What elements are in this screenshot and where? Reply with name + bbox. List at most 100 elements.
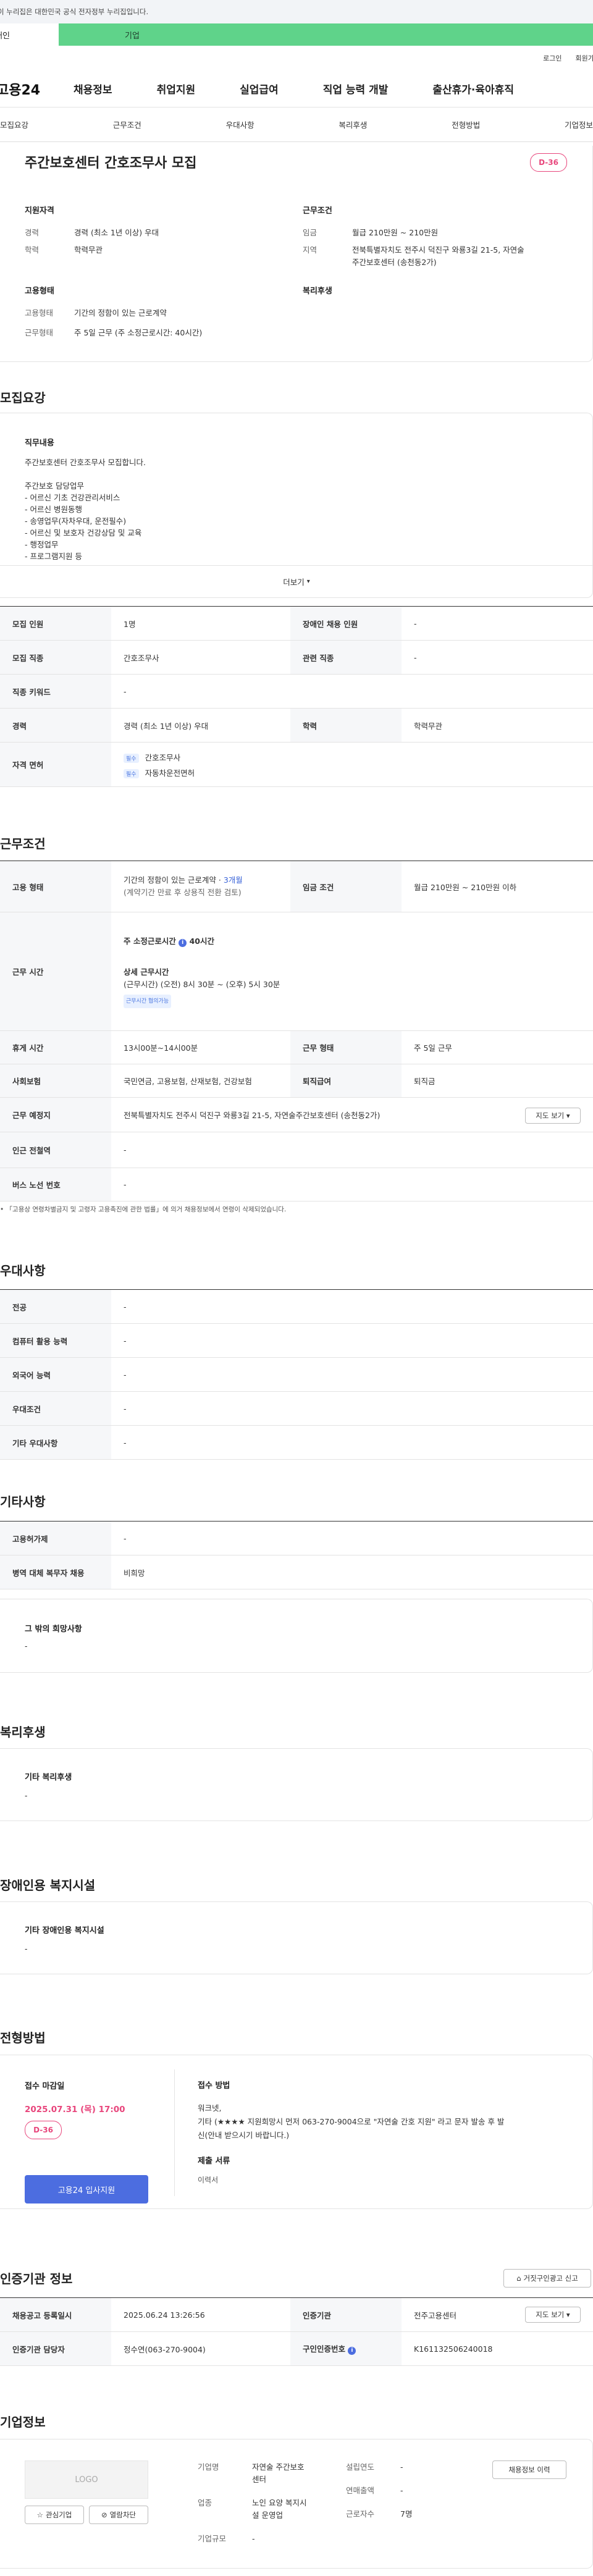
job-title: 주간보호센터 간호조무사 모집 — [25, 156, 197, 171]
site-logo[interactable]: 고용24 — [0, 79, 74, 99]
docs-heading: 제출 서류 — [198, 2157, 230, 2166]
prefer-row: 기타 우대사항 - — [0, 1425, 593, 1460]
home-icon: ⌂ — [516, 2274, 521, 2283]
section-auth-title: 인증기관 정보 — [0, 2271, 73, 2286]
subnav-item[interactable]: 기업정보 — [565, 119, 593, 130]
chevron-down-icon: ▾ — [566, 2310, 570, 2319]
block-icon: ⊘ — [101, 2511, 107, 2519]
qual-row: 경력 경력 (최소 1년 이상) 우대 — [25, 228, 159, 237]
etc-table: 고용허가제 - 병역 대체 복무자 채용 비희망 — [0, 1521, 593, 1589]
welfare-box-heading: 기타 복리후생 — [25, 1773, 72, 1782]
subnav-item[interactable]: 전형방법 — [452, 119, 480, 130]
emp-row: 근무형태 주 5일 근무 (주 소정근로시간: 40시간) — [25, 328, 203, 337]
welfare-card — [0, 1748, 593, 1821]
job-desc-line: 주간보호 담당업무 — [25, 481, 84, 490]
job-history-button[interactable]: 채용정보 이력 — [492, 2460, 566, 2479]
section-welfare-title: 복리후생 — [0, 1725, 46, 1740]
docs-value: 이력서 — [198, 2176, 219, 2184]
gnb-item[interactable]: 채용정보 — [74, 81, 112, 96]
company-logo: LOGO — [25, 2460, 148, 2499]
license-item: 필수 간호조무사 — [124, 751, 581, 763]
job-desc-line: - 어르신 및 보호자 건강상담 및 교육 — [25, 528, 142, 537]
section-recruit-title: 모집요강 — [0, 390, 46, 405]
tab-company[interactable]: 기업 — [59, 23, 593, 46]
etc-wish-card — [0, 1599, 593, 1673]
auth-map-button[interactable]: 지도 보기 ▾ — [525, 2307, 581, 2323]
method-heading: 접수 방법 — [198, 2081, 230, 2090]
info-icon[interactable]: i — [179, 938, 187, 947]
job-desc-line: - 송영업무(자차우대, 운전필수) — [25, 516, 127, 526]
wish-heading: 그 밖의 희망사항 — [25, 1625, 82, 1634]
global-nav: 고용24 채용정보 취업지원 실업급여 직업 능력 개발 출산휴가·육아휴직 — [0, 70, 593, 107]
section-etc-title: 기타사항 — [0, 1494, 46, 1509]
section-subnav: 모집요강 근무조건 우대사항 복리후생 전형방법 기업정보 — [0, 107, 593, 142]
method-value: 워크넷, 기타 (★★★★ 지원희망시 먼저 063-270-9004으로 "자연… — [198, 2103, 505, 2140]
gnb-item[interactable]: 실업급여 — [240, 81, 279, 96]
wish-value: - — [25, 1642, 28, 1651]
condition-heading: 근무조건 — [303, 206, 332, 216]
star-icon: ☆ — [36, 2511, 43, 2519]
gov-banner-text: 이 누리집은 대한민국 공식 전자정부 누리집입니다. — [0, 7, 149, 16]
favorite-company-button[interactable]: ☆ 관심기업 — [25, 2506, 84, 2524]
auth-table: 채용공고 등록일시 2025.06.24 13:26:56 인증기관 전주고용센터 지… — [0, 2297, 593, 2366]
age-notice: • 「고용상 연령차별금지 및 고령자 고용촉진에 관한 법률」에 의거 채용정… — [0, 1206, 287, 1213]
company-name-value: 자연술 주간보호 센터 — [252, 2462, 305, 2484]
join-link[interactable]: 회원가입 — [576, 53, 593, 63]
info-icon[interactable]: i — [348, 2347, 356, 2355]
block-view-button[interactable]: ⊘ 열람차단 — [89, 2506, 148, 2524]
disabled-card — [0, 1901, 593, 1974]
prefer-table: 전공 - 컴퓨터 활용 능력 - 외국어 능력 - 우대조건 - 기타 우대사항 - — [0, 1289, 593, 1460]
job-desc-heading: 직무내용 — [25, 439, 54, 448]
qualification-heading: 지원자격 — [25, 206, 54, 216]
gnb-item[interactable]: 취업지원 — [157, 81, 196, 96]
prefer-row: 외국어 능력 - — [0, 1357, 593, 1392]
section-work-title: 근무조건 — [0, 836, 46, 851]
deadline-heading: 접수 마감일 — [25, 2082, 65, 2091]
job-desc-line: - 프로그램지원 등 — [25, 552, 82, 561]
prefer-row: 전공 - — [0, 1289, 593, 1324]
job-desc-line: - 어르신 기초 건강관리서비스 — [25, 493, 120, 502]
gnb-item[interactable]: 직업 능력 개발 — [323, 81, 389, 96]
dday-badge: D-36 — [530, 153, 567, 172]
prefer-row: 우대조건 - — [0, 1391, 593, 1426]
industry-value: 노인 요양 복지시 설 운영업 — [252, 2498, 307, 2520]
job-desc-line — [25, 468, 146, 480]
disabled-box-heading: 기타 장애인용 복지시설 — [25, 1926, 104, 1935]
prefer-row: 컴퓨터 활용 능력 - — [0, 1323, 593, 1358]
section-disabled-title: 장애인용 복지시설 — [0, 1878, 96, 1893]
welfare-box-value: - — [25, 1791, 28, 1800]
login-link[interactable]: 로그인 — [543, 53, 561, 63]
deadline-value: 2025.07.31 (목) 17:00 — [25, 2105, 125, 2115]
gnb-item[interactable]: 출산휴가·육아휴직 — [432, 81, 514, 96]
subnav-item[interactable]: 복리후생 — [339, 119, 367, 130]
qual-row: 학력 학력무관 — [25, 245, 103, 255]
recruit-table: 모집 인원 1명 장애인 채용 인원 - 모집 직종 간호조무사 관련 직종 - 직종 키워… — [0, 606, 593, 787]
welfare-heading: 복리후생 — [303, 287, 332, 296]
chevron-down-icon: ▾ — [566, 1111, 570, 1120]
chevron-down-icon: ▾ — [306, 578, 310, 585]
subnav-item[interactable]: 우대사항 — [226, 119, 254, 130]
company-name-label: 기업명 — [198, 2462, 219, 2472]
dday-badge: D-36 — [25, 2121, 62, 2139]
license-item: 필수 자동차운전면허 — [124, 767, 581, 778]
section-screening-title: 전형방법 — [0, 2031, 46, 2045]
employment-heading: 고용형태 — [25, 287, 54, 296]
disabled-box-value: - — [25, 1945, 28, 1953]
gov-banner: 이 누리집은 대한민국 공식 전자정부 누리집입니다. — [0, 0, 593, 23]
job-desc-text: 주간보호센터 간호조무사 모집합니다. 주간보호 담당업무 - 어르신 기초 건강관… — [25, 457, 146, 562]
map-view-button[interactable]: 지도 보기 ▾ — [525, 1108, 581, 1124]
cond-row: 임금 월급 210만원 ~ 210만원 — [303, 228, 439, 237]
cond-row: 지역 전북특별자치도 전주시 덕진구 와룡3길 21-5, 자연술 주간보호센터 (… — [303, 245, 524, 267]
apply-button[interactable]: 고용24 입사지원 — [25, 2175, 148, 2203]
report-button[interactable]: ⌂ 거짓구인광고 신고 — [503, 2269, 591, 2288]
work-table: 고용 형태 기간의 정함이 있는 근로계약 · 3개월 (계약기간 만료 후 상용… — [0, 861, 593, 1202]
subnav-item[interactable]: 모집요강 — [0, 119, 28, 130]
more-button[interactable]: 더보기 ▾ — [0, 565, 593, 597]
tab-personal[interactable]: 개인 — [0, 23, 59, 46]
section-company-title: 기업정보 — [0, 2415, 46, 2430]
job-desc-line: - 행정업무 — [25, 540, 59, 549]
job-desc-line: 주간보호센터 간호조무사 모집합니다. — [25, 458, 146, 467]
emp-row: 고용형태 기간의 정함이 있는 근로계약 — [25, 308, 167, 318]
subnav-item[interactable]: 근무조건 — [113, 119, 141, 130]
job-desc-line: - 어르신 병원동행 — [25, 505, 82, 514]
